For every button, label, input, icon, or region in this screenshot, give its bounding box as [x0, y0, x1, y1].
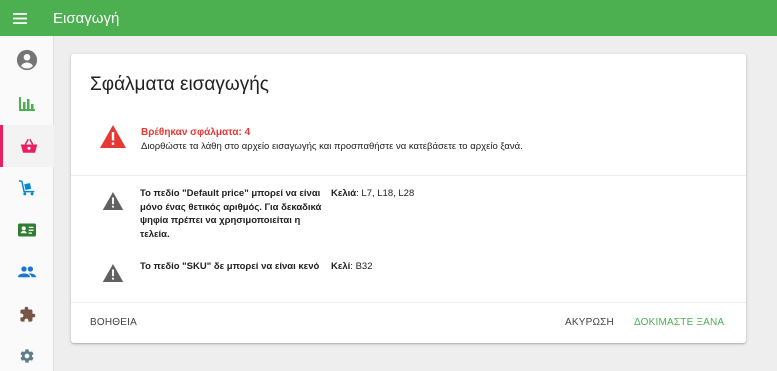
error-summary: Βρέθηκαν σφάλματα: 4 Διορθώστε τα λάθη σ… [71, 114, 746, 176]
cancel-button[interactable]: ΑΚΥΡΩΣΗ [565, 317, 614, 328]
sidebar [0, 36, 54, 371]
warning-icon [100, 125, 126, 148]
retry-button[interactable]: ΔΟΚΙΜΑΣΤΕ ΞΑΝΑ [634, 317, 724, 328]
cells-value: : B32 [350, 261, 373, 272]
account-circle-icon [16, 49, 38, 71]
divider [71, 175, 746, 176]
cells-label: Κελί [331, 261, 351, 272]
settings-gear-icon [20, 349, 34, 363]
error-count: Βρέθηκαν σφάλματα: 4 [141, 127, 251, 138]
cells-value: : L7, L18, L28 [356, 188, 415, 199]
bar-chart-icon [19, 97, 35, 111]
menu-icon[interactable] [0, 0, 40, 36]
error-cells: Κελί: B32 [331, 260, 372, 274]
cells-label: Κελιά [331, 188, 357, 199]
shopping-basket-icon [20, 138, 37, 153]
sidebar-item-users[interactable] [0, 251, 54, 293]
sidebar-item-reports[interactable] [0, 83, 54, 125]
sidebar-item-customers[interactable] [0, 209, 54, 251]
error-cells: Κελιά: L7, L18, L28 [331, 187, 414, 201]
warning-icon [102, 263, 124, 283]
people-icon [18, 266, 36, 278]
error-message: Το πεδίο "SKU" δε μπορεί να είναι κενό [140, 261, 320, 272]
warning-icon [102, 191, 124, 211]
top-app-bar: Εισαγωγή [0, 0, 777, 36]
sidebar-item-settings[interactable] [0, 335, 54, 371]
error-message: Το πεδίο "Default price" μπορεί να είναι… [140, 188, 322, 240]
sidebar-item-orders[interactable] [0, 167, 54, 209]
dialog-actions: ΒΟΗΘΕΙΑ ΑΚΥΡΩΣΗ ΔΟΚΙΜΑΣΤΕ ΞΑΝΑ [71, 303, 746, 343]
import-errors-dialog: Σφάλματα εισαγωγής Βρέθηκαν σφάλματα: 4 … [71, 54, 746, 343]
help-button[interactable]: ΒΟΗΘΕΙΑ [90, 317, 137, 328]
sidebar-item-products[interactable] [0, 125, 54, 167]
sidebar-item-account[interactable] [0, 39, 54, 81]
error-instructions: Διορθώστε τα λάθη στο αρχείο εισαγωγής κ… [141, 141, 523, 152]
cart-dolly-icon [18, 180, 35, 196]
dialog-title: Σφάλματα εισαγωγής [90, 74, 269, 95]
contact-card-icon [18, 223, 36, 237]
sidebar-item-extensions[interactable] [0, 293, 54, 335]
puzzle-icon [19, 306, 35, 322]
page-title: Εισαγωγή [53, 9, 120, 27]
